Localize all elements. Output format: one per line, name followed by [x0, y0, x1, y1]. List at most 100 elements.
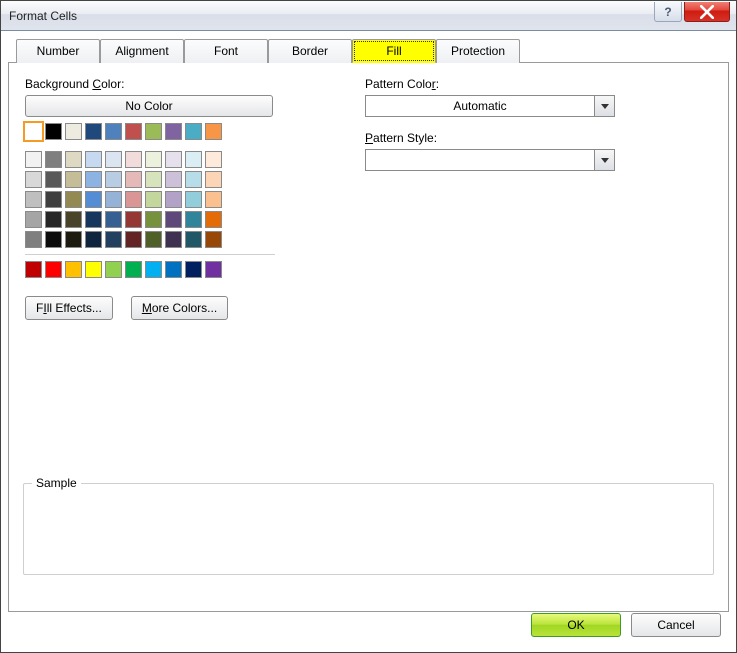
color-swatch[interactable]: [145, 123, 162, 140]
color-swatch[interactable]: [125, 171, 142, 188]
color-swatch[interactable]: [145, 231, 162, 248]
color-swatch[interactable]: [85, 171, 102, 188]
color-swatch[interactable]: [165, 261, 182, 278]
palette-theme: [25, 151, 278, 248]
color-swatch[interactable]: [85, 261, 102, 278]
color-swatch[interactable]: [65, 151, 82, 168]
color-swatch[interactable]: [185, 191, 202, 208]
color-swatch[interactable]: [205, 123, 222, 140]
palette-standard: [25, 261, 278, 278]
tab-border[interactable]: Border: [268, 39, 352, 63]
color-swatch[interactable]: [85, 231, 102, 248]
chevron-down-icon: [594, 150, 614, 170]
color-swatch[interactable]: [205, 231, 222, 248]
color-swatch[interactable]: [25, 191, 42, 208]
color-swatch[interactable]: [105, 151, 122, 168]
color-swatch[interactable]: [165, 123, 182, 140]
no-color-button[interactable]: No Color: [25, 95, 273, 117]
color-swatch[interactable]: [105, 211, 122, 228]
color-swatch[interactable]: [145, 151, 162, 168]
color-swatch[interactable]: [105, 123, 122, 140]
color-swatch[interactable]: [105, 231, 122, 248]
color-swatch[interactable]: [45, 231, 62, 248]
color-swatch[interactable]: [65, 123, 82, 140]
color-swatch[interactable]: [45, 211, 62, 228]
color-swatch[interactable]: [145, 171, 162, 188]
color-swatch[interactable]: [45, 261, 62, 278]
color-swatch[interactable]: [145, 191, 162, 208]
color-swatch[interactable]: [45, 191, 62, 208]
color-swatch[interactable]: [125, 123, 142, 140]
color-swatch[interactable]: [165, 231, 182, 248]
color-swatch[interactable]: [45, 171, 62, 188]
color-swatch[interactable]: [85, 211, 102, 228]
color-swatch[interactable]: [25, 211, 42, 228]
color-swatch[interactable]: [65, 191, 82, 208]
color-swatch[interactable]: [45, 151, 62, 168]
color-swatch[interactable]: [165, 151, 182, 168]
color-swatch[interactable]: [105, 191, 122, 208]
color-swatch[interactable]: [205, 151, 222, 168]
pattern-color-combo[interactable]: Automatic: [365, 95, 615, 117]
sample-label: Sample: [32, 476, 81, 490]
color-swatch[interactable]: [165, 211, 182, 228]
pattern-style-value: [366, 150, 594, 170]
color-swatch[interactable]: [125, 261, 142, 278]
color-swatch[interactable]: [145, 211, 162, 228]
more-colors-button[interactable]: More Colors...: [131, 296, 228, 320]
color-swatch[interactable]: [185, 171, 202, 188]
color-swatch[interactable]: [185, 151, 202, 168]
fill-effects-button[interactable]: FIll Effects...: [25, 296, 113, 320]
ok-button[interactable]: OK: [531, 613, 621, 637]
color-swatch[interactable]: [25, 261, 42, 278]
dialog-title: Format Cells: [9, 9, 77, 23]
tab-number[interactable]: Number: [16, 39, 100, 63]
color-swatch[interactable]: [205, 191, 222, 208]
color-swatch[interactable]: [125, 211, 142, 228]
color-swatch[interactable]: [185, 123, 202, 140]
color-swatch[interactable]: [105, 261, 122, 278]
tab-fill[interactable]: Fill: [352, 39, 436, 63]
cancel-button[interactable]: Cancel: [631, 613, 721, 637]
color-swatch[interactable]: [65, 171, 82, 188]
color-swatch[interactable]: [125, 151, 142, 168]
color-swatch[interactable]: [185, 261, 202, 278]
color-swatch[interactable]: [25, 171, 42, 188]
color-swatch[interactable]: [105, 171, 122, 188]
color-swatch[interactable]: [185, 211, 202, 228]
color-swatch[interactable]: [85, 151, 102, 168]
color-swatch[interactable]: [165, 171, 182, 188]
color-swatch[interactable]: [25, 231, 42, 248]
tab-protection[interactable]: Protection: [436, 39, 520, 63]
color-swatch[interactable]: [25, 151, 42, 168]
color-swatch[interactable]: [65, 211, 82, 228]
color-swatch[interactable]: [25, 123, 42, 140]
color-swatch[interactable]: [125, 231, 142, 248]
help-button[interactable]: ?: [654, 2, 682, 22]
color-swatch[interactable]: [65, 261, 82, 278]
pattern-style-combo[interactable]: [365, 149, 615, 171]
tab-font[interactable]: Font: [184, 39, 268, 63]
color-swatch[interactable]: [125, 191, 142, 208]
tab-panel-fill: Background Color: No Color FIll Effects.…: [8, 62, 729, 612]
close-button[interactable]: [684, 2, 730, 22]
pattern-color-label: Pattern Color:: [365, 77, 712, 91]
color-swatch[interactable]: [85, 123, 102, 140]
pattern-style-label: Pattern Style:: [365, 131, 712, 145]
color-swatch[interactable]: [45, 123, 62, 140]
sample-group: Sample: [23, 483, 714, 575]
color-swatch[interactable]: [145, 261, 162, 278]
tab-strip: NumberAlignmentFontBorderFillProtection: [8, 38, 729, 62]
color-swatch[interactable]: [85, 191, 102, 208]
color-swatch[interactable]: [205, 171, 222, 188]
pattern-color-value: Automatic: [366, 96, 594, 116]
color-swatch[interactable]: [205, 261, 222, 278]
color-swatch[interactable]: [165, 191, 182, 208]
palette-top-row: [25, 123, 278, 140]
color-swatch[interactable]: [185, 231, 202, 248]
color-swatch[interactable]: [205, 211, 222, 228]
color-swatch[interactable]: [65, 231, 82, 248]
palette-divider: [25, 254, 275, 255]
chevron-down-icon: [594, 96, 614, 116]
tab-alignment[interactable]: Alignment: [100, 39, 184, 63]
